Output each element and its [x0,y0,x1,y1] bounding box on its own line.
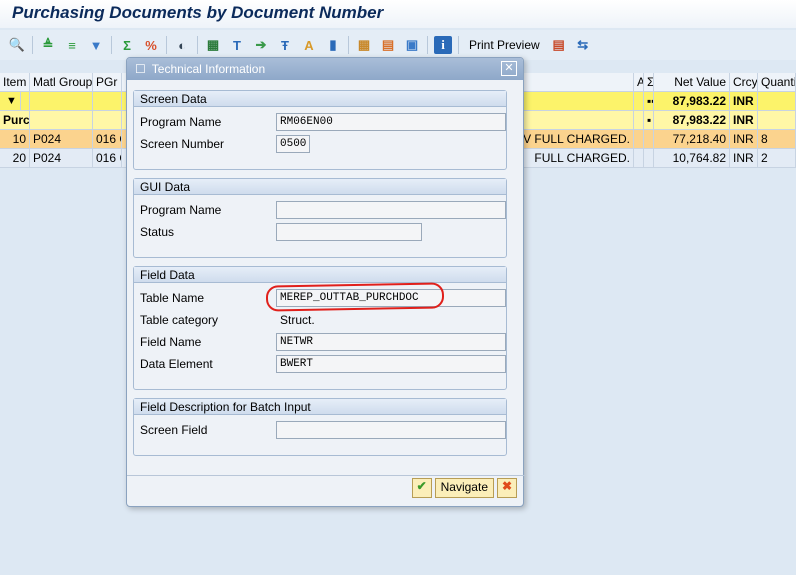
table-cell: INR [730,149,758,167]
column-header[interactable]: Crcy [730,73,758,91]
table-cell: 10 [0,130,30,148]
technical-information-dialog: ☐ Technical Information ✕ Screen Data Pro… [126,57,525,507]
column-header[interactable]: Quanti [758,73,796,91]
status-field[interactable] [276,223,422,241]
table-cell [93,111,122,129]
table-cell: Purchasing Documen [0,111,30,129]
filter-icon[interactable]: ▼ [87,36,105,54]
table-cell: 2 [758,149,796,167]
close-icon[interactable]: ✕ [501,61,517,76]
field-name-field[interactable]: NETWR [276,333,506,351]
group-heading: GUI Data [134,179,506,195]
word-processing-icon[interactable]: T [228,36,246,54]
gui-data-group: GUI Data Program Name Status [133,178,507,258]
data-element-field[interactable]: BWERT [276,355,506,373]
table-cell [644,149,654,167]
field-label: Program Name [140,115,222,129]
toolbar: 🔍 ≜ ≡ ▼ Σ % ◐ ▦ T ➔ Ŧ A ▮ ▦ ▤ ▣ i Print … [0,30,796,60]
group-heading: Screen Data [134,91,506,107]
page-title: Purchasing Documents by Document Number [12,3,384,22]
calendar-icon[interactable]: ▤ [550,36,568,54]
field-data-group: Field Data Table Name MEREP_OUTTAB_PURCHD… [133,266,507,390]
table-cell: INR [730,111,758,129]
table-cell: 87,983.22 [654,92,730,110]
column-header[interactable]: Net Value [654,73,730,91]
table-cell: INR [730,130,758,148]
table-cell [634,111,644,129]
screen-field-input[interactable] [276,421,506,439]
table-cell: 016 C [93,130,122,148]
table-cell [634,92,644,110]
table-cell: ▪▪ [644,92,654,110]
screen-data-group: Screen Data Program Name RM06EN00 Screen … [133,90,507,170]
sum-icon[interactable]: Σ [118,36,136,54]
screen-number-field[interactable]: 0500 [276,135,310,153]
dialog-title: Technical Information [151,62,266,76]
table-cell [30,111,93,129]
column-header[interactable]: Item [0,73,30,91]
local-file-icon[interactable]: ➔ [252,36,270,54]
filter-icon: ▼ [3,92,21,110]
field-label: Program Name [140,203,222,217]
table-cell: 20 [0,149,30,167]
gui-program-name-field[interactable] [276,201,506,219]
navigate-button[interactable]: Navigate [434,478,494,498]
graphic-icon[interactable]: A [300,36,318,54]
field-label: Table Name [140,291,205,305]
table-cell [644,130,654,148]
info-icon[interactable]: i [434,36,452,54]
column-header[interactable]: PGr [93,73,122,91]
sort-ascending-icon[interactable]: ≜ [39,36,57,54]
table-cell [634,149,644,167]
edit-icon: ☐ [135,62,146,76]
table-cell: INR [730,92,758,110]
abc-analysis-icon[interactable]: ◐ [173,36,191,54]
layout-icon[interactable]: ▦ [355,36,373,54]
table-cell: P024 [30,149,93,167]
table-cell [93,92,122,110]
table-cell: 016 C [93,149,122,167]
navigate-icon[interactable]: ⇆ [574,36,592,54]
subtotal-icon[interactable]: % [142,36,160,54]
red-annotation-circle [265,282,445,312]
chart-icon[interactable]: ▮ [324,36,342,54]
export-xml-icon[interactable]: Ŧ [276,36,294,54]
cancel-button[interactable]: ✖ [497,478,517,498]
table-category-value: Struct. [280,313,315,327]
program-name-field[interactable]: RM06EN00 [276,113,506,131]
table-cell: 8 [758,130,796,148]
group-heading: Field Data [134,267,506,283]
table-cell [634,130,644,148]
field-label: Screen Field [140,423,208,437]
table-cell: ▪ [644,111,654,129]
change-layout-icon[interactable]: ▤ [379,36,397,54]
title-bar: Purchasing Documents by Document Number [0,0,796,28]
field-label: Screen Number [140,137,225,151]
field-label: Field Name [140,335,202,349]
confirm-button[interactable]: ✔ [411,478,432,498]
detail-icon[interactable]: 🔍 [8,36,26,54]
dialog-header: ☐ Technical Information [127,58,523,80]
column-header[interactable]: A [634,73,644,91]
export-excel-icon[interactable]: ▦ [204,36,222,54]
field-label: Status [140,225,175,239]
table-cell: 77,218.40 [654,130,730,148]
batch-input-group: Field Description for Batch Input Screen… [133,398,507,456]
save-layout-icon[interactable]: ▣ [403,36,421,54]
table-cell [758,92,796,110]
field-label: Table category [140,313,219,327]
sort-descending-icon[interactable]: ≡ [63,36,81,54]
column-header[interactable]: Matl Group [30,73,93,91]
table-cell: 87,983.22 [654,111,730,129]
group-heading: Field Description for Batch Input [134,399,506,415]
table-cell: P024 [30,130,93,148]
table-cell: 10,764.82 [654,149,730,167]
table-cell [758,111,796,129]
table-cell [30,92,93,110]
column-header[interactable]: Σ [644,73,654,91]
print-preview-button[interactable]: Print Preview [465,38,544,52]
field-label: Data Element [140,357,213,371]
